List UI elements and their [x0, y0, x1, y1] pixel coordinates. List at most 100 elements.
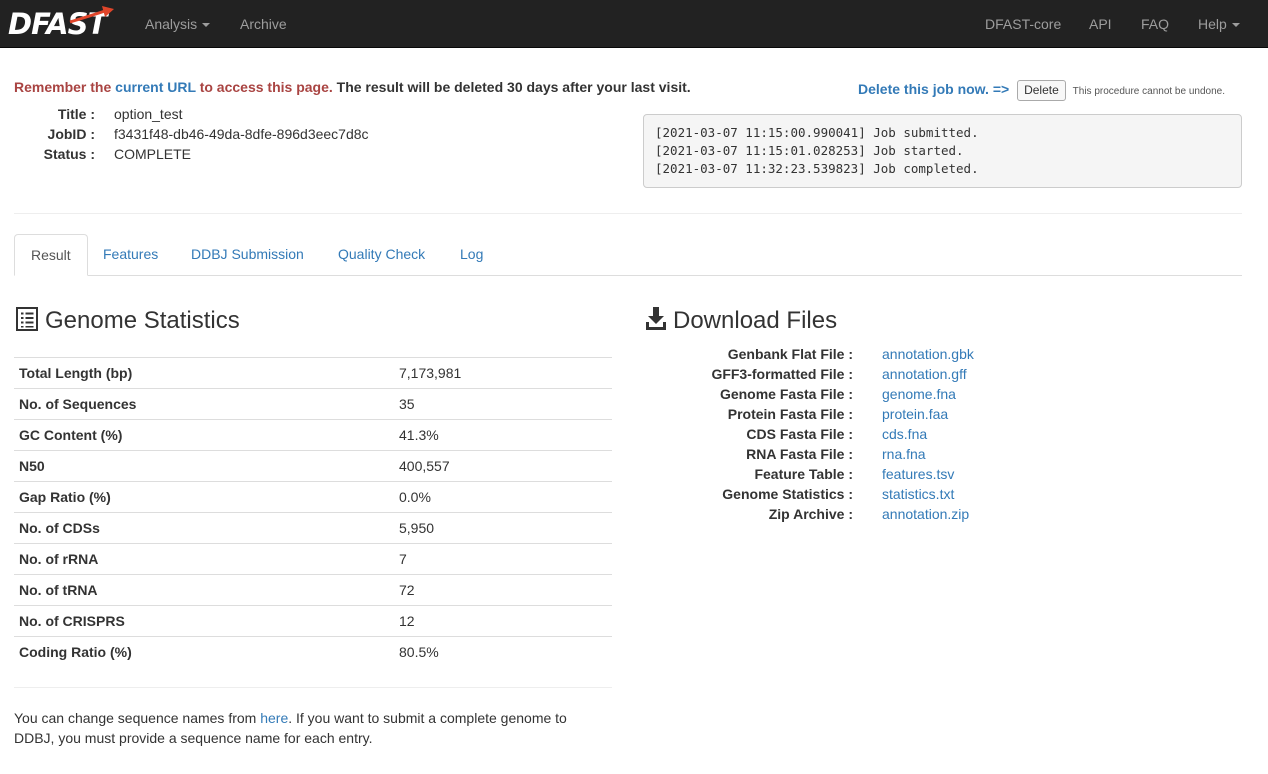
download-file-link[interactable]: genome.fna	[882, 384, 956, 404]
stat-value: 72	[394, 574, 612, 606]
delete-button[interactable]: Delete	[1017, 79, 1066, 101]
notice-warning-text: Remember the current URL to access this …	[14, 79, 333, 95]
download-files-heading: Download Files	[645, 307, 837, 335]
divider	[14, 687, 612, 688]
table-row: No. of rRNA 7	[14, 543, 612, 575]
download-label: Genome Statistics :	[722, 486, 853, 502]
table-row: Gap Ratio (%) 0.0%	[14, 481, 612, 513]
table-row: GC Content (%) 41.3%	[14, 419, 612, 451]
download-item: Genome Fasta File : genome.fna	[643, 384, 1242, 404]
navbar: DFAST Analysis Archive DFAST-core API FA…	[0, 0, 1268, 48]
divider	[14, 213, 1242, 214]
stat-label: Coding Ratio (%)	[14, 636, 394, 668]
download-label: Genome Fasta File :	[719, 386, 853, 402]
download-item: GFF3-formatted File : annotation.gff	[643, 364, 1242, 384]
stat-value: 35	[394, 388, 612, 420]
genome-statistics-heading: Genome Statistics	[16, 307, 240, 335]
tab-features[interactable]: Features	[87, 234, 174, 276]
job-title-value: option_test	[114, 106, 183, 122]
download-file-link[interactable]: statistics.txt	[882, 484, 954, 504]
download-item: RNA Fasta File : rna.fna	[643, 444, 1242, 464]
log-line: [2021-03-07 11:15:00.990041] Job submitt…	[655, 125, 979, 140]
download-label: GFF3-formatted File :	[711, 366, 853, 382]
stat-value: 12	[394, 605, 612, 637]
job-id-value: f3431f48-db46-49da-8dfe-896d3eec7d8c	[114, 126, 369, 142]
table-row: Total Length (bp) 7,173,981	[14, 357, 612, 389]
nav-dfast-core[interactable]: DFAST-core	[985, 14, 1061, 34]
download-files-list: Genbank Flat File : annotation.gbk GFF3-fo…	[643, 344, 1242, 524]
list-alt-icon	[16, 307, 38, 331]
download-item: CDS Fasta File : cds.fna	[643, 424, 1242, 444]
current-url-link[interactable]: current URL	[115, 79, 196, 95]
download-item: Genome Statistics : statistics.txt	[643, 484, 1242, 504]
retention-notice: Remember the current URL to access this …	[14, 77, 691, 97]
table-row: N50 400,557	[14, 450, 612, 482]
download-label: CDS Fasta File :	[746, 426, 853, 442]
download-file-link[interactable]: annotation.gbk	[882, 344, 974, 364]
download-file-link[interactable]: cds.fna	[882, 424, 927, 444]
chevron-down-icon	[1231, 23, 1240, 28]
stat-label: No. of CDSs	[14, 512, 394, 544]
job-log: [2021-03-07 11:15:00.990041] Job submitt…	[643, 114, 1242, 188]
change-names-link[interactable]: here	[260, 710, 288, 726]
tab-result[interactable]: Result	[14, 234, 88, 276]
tab-ddbj-submission[interactable]: DDBJ Submission	[175, 234, 320, 276]
download-file-link[interactable]: annotation.zip	[882, 504, 969, 524]
stat-label: No. of Sequences	[14, 388, 394, 420]
nav-archive[interactable]: Archive	[240, 14, 287, 34]
result-tabs: Result Features DDBJ Submission Quality …	[14, 234, 1242, 276]
delete-job-area: Delete this job now. => Delete This proc…	[858, 79, 1225, 102]
delete-warning-note: This procedure cannot be undone.	[1072, 86, 1225, 97]
stat-label: N50	[14, 450, 394, 482]
log-line: [2021-03-07 11:15:01.028253] Job started…	[655, 143, 964, 158]
nav-help[interactable]: Help	[1198, 14, 1240, 34]
chevron-down-icon	[202, 23, 211, 28]
stat-label: Total Length (bp)	[14, 357, 394, 389]
tab-log[interactable]: Log	[444, 234, 499, 276]
table-row: No. of CRISPRS 12	[14, 605, 612, 637]
stat-value: 7	[394, 543, 612, 575]
download-label: Feature Table :	[754, 466, 853, 482]
download-item: Protein Fasta File : protein.faa	[643, 404, 1242, 424]
download-file-link[interactable]: features.tsv	[882, 464, 954, 484]
download-item: Zip Archive : annotation.zip	[643, 504, 1242, 524]
tab-quality-check[interactable]: Quality Check	[322, 234, 441, 276]
download-file-link[interactable]: annotation.gff	[882, 364, 967, 384]
download-label: Genbank Flat File :	[727, 346, 853, 362]
sequence-name-note: You can change sequence names from here.…	[14, 710, 567, 746]
download-label: RNA Fasta File :	[746, 446, 853, 462]
download-item: Feature Table : features.tsv	[643, 464, 1242, 484]
genome-statistics-table: Total Length (bp) 7,173,981 No. of Sequenc…	[14, 357, 612, 668]
table-row: Coding Ratio (%) 80.5%	[14, 636, 612, 668]
download-icon	[646, 307, 666, 330]
job-title-label: Title :	[57, 106, 95, 122]
stat-label: Gap Ratio (%)	[14, 481, 394, 513]
download-file-link[interactable]: rna.fna	[882, 444, 926, 464]
download-file-link[interactable]: protein.faa	[882, 404, 948, 424]
table-row: No. of tRNA 72	[14, 574, 612, 606]
log-line: [2021-03-07 11:32:23.539823] Job complet…	[655, 161, 979, 176]
logo-arrow-icon	[69, 6, 114, 24]
genome-statistics-title: Genome Statistics	[45, 307, 240, 334]
job-status-value: COMPLETE	[114, 146, 192, 162]
download-files-title: Download Files	[673, 307, 838, 334]
stat-label: GC Content (%)	[14, 419, 394, 451]
table-row: No. of CDSs 5,950	[14, 512, 612, 544]
stat-label: No. of tRNA	[14, 574, 394, 606]
nav-faq[interactable]: FAQ	[1141, 14, 1169, 34]
stat-value: 400,557	[394, 450, 612, 482]
notice-deletion-text: The result will be deleted 30 days after…	[332, 79, 691, 95]
download-item: Genbank Flat File : annotation.gbk	[643, 344, 1242, 364]
stat-value: 41.3%	[394, 419, 612, 451]
stat-label: No. of rRNA	[14, 543, 394, 575]
stat-value: 0.0%	[394, 481, 612, 513]
download-label: Protein Fasta File :	[727, 406, 853, 422]
stat-value: 80.5%	[394, 636, 612, 668]
delete-job-prompt: Delete this job now. =>	[858, 81, 1010, 97]
nav-api[interactable]: API	[1089, 14, 1112, 34]
table-row: No. of Sequences 35	[14, 388, 612, 420]
brand-logo[interactable]: DFAST	[8, 4, 120, 40]
nav-analysis[interactable]: Analysis	[145, 14, 211, 34]
stat-label: No. of CRISPRS	[14, 605, 394, 637]
job-status-label: Status :	[43, 146, 95, 162]
